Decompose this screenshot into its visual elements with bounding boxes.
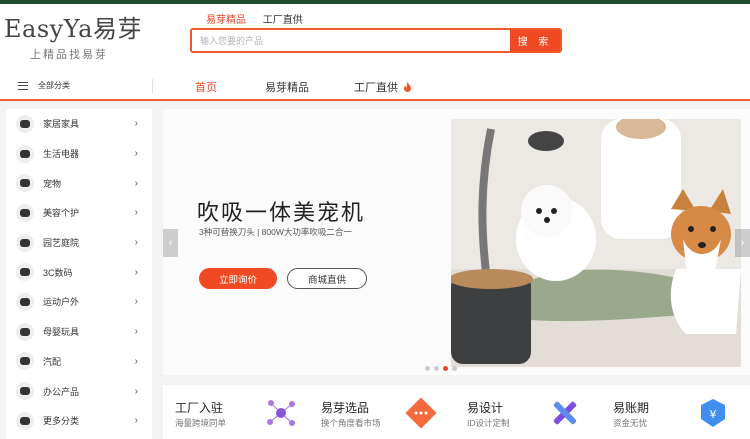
service-factory-join[interactable]: 工厂入驻 海量跨境同单 [175, 385, 305, 439]
chevron-right-icon: › [134, 237, 138, 249]
service-selection[interactable]: 易芽选品 换个角度看市场 [321, 385, 451, 439]
design-icon [553, 401, 577, 425]
sidebar-item-label: 汽配 [43, 356, 62, 367]
main-nav: 全部分类 首页 易芽精品 工厂直供 [0, 71, 750, 101]
logo-text: EasyYa易芽 [4, 15, 142, 43]
search-tab-boutique[interactable]: 易芽精品 [206, 15, 246, 26]
search-box: 搜 索 [190, 28, 562, 53]
nav-factory-label: 工厂直供 [354, 82, 398, 94]
service-design[interactable]: 易设计 ID设计定制 [467, 385, 597, 439]
sidebar-item-label: 家居家具 [43, 119, 80, 130]
svg-text:¥: ¥ [710, 408, 717, 421]
all-categories[interactable]: 全部分类 [18, 80, 70, 91]
sidebar-item-label: 生活电器 [43, 149, 80, 160]
carousel-dot[interactable] [443, 366, 448, 371]
carousel-dots [425, 366, 457, 371]
sidebar-item[interactable]: 美容个护 › [6, 198, 152, 228]
chevron-right-icon: › [134, 148, 138, 160]
garden-icon [16, 233, 34, 252]
pet-icon [16, 174, 34, 193]
sidebar-item[interactable]: 园艺庭院 › [6, 228, 152, 258]
more-icon [16, 411, 34, 430]
office-icon [16, 382, 34, 401]
banner-prev-arrow[interactable]: ‹ [163, 229, 178, 257]
sidebar-item-label: 母婴玩具 [43, 327, 80, 338]
nav-boutique[interactable]: 易芽精品 [265, 79, 309, 95]
header: EasyYa易芽 上精品找易芽 易芽精品 工厂直供 搜 索 [0, 4, 750, 71]
furniture-icon [16, 114, 34, 133]
service-title: 易账期 [613, 401, 650, 415]
select-diamond-icon [405, 397, 437, 429]
chevron-right-icon: › [134, 207, 138, 219]
inquire-button[interactable]: 立即询价 [199, 268, 277, 289]
service-title: 工厂入驻 [175, 401, 224, 415]
sidebar-item[interactable]: 3C数码 › [6, 257, 152, 287]
banner-subtitle: 3种可替换刀头 | 800W大功率吹吸二合一 [199, 227, 352, 237]
search-input[interactable] [192, 30, 510, 51]
service-credit[interactable]: 易账期 资金无忧 ¥ [613, 385, 743, 439]
chevron-right-icon: › [134, 266, 138, 278]
sidebar-item-label: 3C数码 [43, 267, 73, 278]
sidebar-item[interactable]: 汽配 › [6, 347, 152, 377]
sidebar-item-label: 更多分类 [43, 416, 80, 427]
sidebar-item[interactable]: 生活电器 › [6, 139, 152, 169]
carousel-dot[interactable] [452, 366, 457, 371]
search-tab-factory[interactable]: 工厂直供 [263, 15, 303, 26]
sidebar-item-label: 办公产品 [43, 386, 80, 397]
chevron-right-icon: › [134, 355, 138, 367]
chevron-right-icon: › [134, 326, 138, 338]
service-desc: 资金无忧 [613, 418, 648, 428]
sidebar-item-label: 运动户外 [43, 297, 80, 308]
network-icon [267, 400, 295, 426]
search-button[interactable]: 搜 索 [510, 30, 560, 51]
service-desc: 海量跨境同单 [175, 418, 227, 428]
banner-next-arrow[interactable]: › [735, 229, 750, 257]
nav-divider [152, 79, 153, 93]
chevron-right-icon: › [134, 385, 138, 397]
all-categories-label: 全部分类 [38, 81, 70, 90]
service-title: 易设计 [467, 401, 504, 415]
service-title: 易芽选品 [321, 401, 370, 415]
chevron-right-icon: › [134, 118, 138, 130]
sidebar-item[interactable]: 家居家具 › [6, 109, 152, 139]
search-tabs: 易芽精品 工厂直供 [206, 11, 317, 26]
service-desc: 换个角度看市场 [321, 418, 381, 428]
nav-factory[interactable]: 工厂直供 [354, 79, 412, 95]
sports-icon [16, 292, 34, 311]
nav-home[interactable]: 首页 [195, 79, 217, 95]
banner-product-photo [451, 119, 741, 367]
logo[interactable]: EasyYa易芽 上精品找易芽 [4, 16, 144, 66]
sidebar-item-label: 美容个护 [43, 208, 80, 219]
hero-banner[interactable]: 吹吸一体美宠机 3种可替换刀头 | 800W大功率吹吸二合一 立即询价 商城直供… [163, 109, 750, 375]
beauty-icon [16, 203, 34, 222]
logo-slogan: 上精品找易芽 [30, 49, 108, 61]
sidebar-item[interactable]: 办公产品 › [6, 376, 152, 406]
carousel-dot[interactable] [425, 366, 430, 371]
sidebar-item[interactable]: 更多分类 › [6, 406, 152, 436]
baby-icon [16, 322, 34, 341]
flame-icon [404, 82, 412, 92]
appliance-icon [16, 144, 34, 163]
digital-icon [16, 263, 34, 282]
auto-icon [16, 352, 34, 371]
sidebar-item-label: 宠物 [43, 178, 62, 189]
sidebar-item-label: 园艺庭院 [43, 238, 80, 249]
banner-title: 吹吸一体美宠机 [197, 200, 366, 225]
chevron-right-icon: › [134, 415, 138, 427]
yuan-shield-icon: ¥ [701, 399, 725, 427]
service-desc: ID设计定制 [467, 418, 510, 428]
chevron-right-icon: › [134, 296, 138, 308]
carousel-dot[interactable] [434, 366, 439, 371]
chevron-right-icon: › [134, 177, 138, 189]
mall-button[interactable]: 商城直供 [287, 268, 367, 289]
sidebar-item[interactable]: 母婴玩具 › [6, 317, 152, 347]
menu-icon [18, 81, 28, 90]
sidebar-item[interactable]: 运动户外 › [6, 287, 152, 317]
sidebar-item[interactable]: 宠物 › [6, 168, 152, 198]
category-sidebar: 家居家具 › 生活电器 › 宠物 › 美容个护 › 园艺庭院 › 3C数码 › 运动户外 › 母婴玩具 › 汽配… [6, 109, 152, 439]
services-bar: 工厂入驻 海量跨境同单 易芽选品 换个角度看市场 易设计 ID设计定制 易账期 … [163, 385, 750, 439]
